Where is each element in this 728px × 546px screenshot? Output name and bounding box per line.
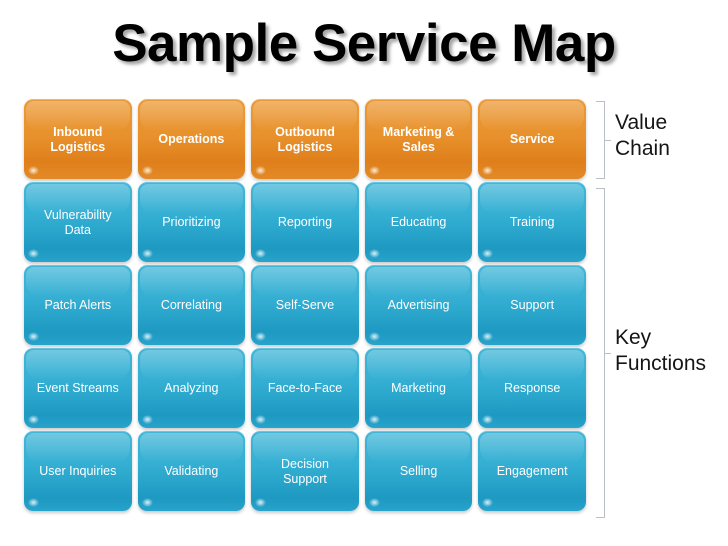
value-chain-bracket [596, 101, 611, 179]
matrix-cell[interactable]: Marketing & Sales [364, 99, 473, 179]
matrix-cell-label: Event Streams [36, 381, 119, 395]
matrix-cell[interactable]: Self-Serve [251, 265, 359, 345]
value-chain-label: Value Chain [615, 111, 670, 160]
matrix-cell[interactable]: Operations [137, 99, 246, 179]
matrix-cell[interactable]: Service [478, 99, 586, 179]
key-functions-bracket [596, 188, 611, 518]
matrix-cell-label: Reporting [277, 215, 333, 229]
matrix-cell-label: Outbound Logistics [275, 124, 335, 154]
matrix-cell[interactable]: Reporting [251, 182, 359, 262]
matrix-cell-label: Analyzing [164, 381, 219, 395]
matrix-cell[interactable]: Inbound Logistics [24, 99, 132, 179]
matrix-cell[interactable]: Marketing [364, 348, 473, 428]
matrix-cell-label: Correlating [160, 298, 222, 312]
matrix-cell-label: Response [504, 381, 561, 395]
matrix-cell-label: Prioritizing [162, 215, 221, 229]
matrix-cell-label: Patch Alerts [44, 298, 112, 312]
matrix-row: Patch Alerts Correlating Self-Serve Adve… [24, 265, 586, 345]
matrix-cell[interactable]: Analyzing [137, 348, 246, 428]
matrix-cell-label: Service [509, 132, 555, 146]
matrix-cell-label: Selling [399, 464, 438, 478]
matrix-row: Inbound Logistics Operations Outbound Lo… [24, 99, 586, 179]
matrix-cell-label: Decision Support [281, 456, 329, 486]
matrix-cell-label: Advertising [387, 298, 450, 312]
matrix-row: Vulnerability Data Prioritizing Reportin… [24, 182, 586, 262]
bracket-tick-icon [604, 353, 611, 354]
matrix-cell-label: Educating [390, 215, 447, 229]
matrix-cell[interactable]: Patch Alerts [24, 265, 132, 345]
matrix-cell-label: Inbound Logistics [50, 124, 106, 154]
matrix-cell[interactable]: Face-to-Face [251, 348, 359, 428]
matrix-cell[interactable]: Engagement [478, 431, 586, 511]
matrix-cell-label: Self-Serve [275, 298, 335, 312]
matrix-cell[interactable]: Selling [364, 431, 473, 511]
matrix-cell-label: Support [510, 298, 555, 312]
matrix-cell-label: Marketing [391, 381, 447, 395]
matrix-cell[interactable]: Validating [137, 431, 246, 511]
bracket-tick-icon [604, 140, 611, 141]
matrix-cell[interactable]: Outbound Logistics [251, 99, 359, 179]
matrix-cell-label: Validating [164, 464, 219, 478]
matrix-cell[interactable]: Advertising [364, 265, 473, 345]
matrix-cell[interactable]: Support [478, 265, 586, 345]
service-map-matrix: Inbound Logistics Operations Outbound Lo… [24, 99, 586, 514]
matrix-cell-label: Engagement [496, 464, 568, 478]
key-functions-label: Key Functions [615, 326, 707, 375]
matrix-cell-label: Operations [158, 132, 225, 146]
matrix-row: User Inquiries Validating Decision Suppo… [24, 431, 586, 511]
matrix-cell-label: Vulnerability Data [43, 207, 112, 237]
matrix-cell[interactable]: Prioritizing [137, 182, 246, 262]
matrix-cell[interactable]: Vulnerability Data [24, 182, 132, 262]
matrix-row: Event Streams Analyzing Face-to-Face Mar… [24, 348, 586, 428]
matrix-cell[interactable]: Correlating [137, 265, 246, 345]
matrix-cell-label: User Inquiries [39, 464, 117, 478]
matrix-cell[interactable]: Event Streams [24, 348, 132, 428]
matrix-cell[interactable]: User Inquiries [24, 431, 132, 511]
matrix-cell-label: Training [509, 215, 555, 229]
matrix-cell-label: Marketing & Sales [382, 124, 455, 154]
matrix-cell-label: Face-to-Face [267, 381, 343, 395]
matrix-cell[interactable]: Decision Support [251, 431, 359, 511]
matrix-cell[interactable]: Training [478, 182, 586, 262]
matrix-cell[interactable]: Educating [364, 182, 473, 262]
matrix-cell[interactable]: Response [478, 348, 586, 428]
page-title: Sample Service Map [112, 14, 616, 73]
